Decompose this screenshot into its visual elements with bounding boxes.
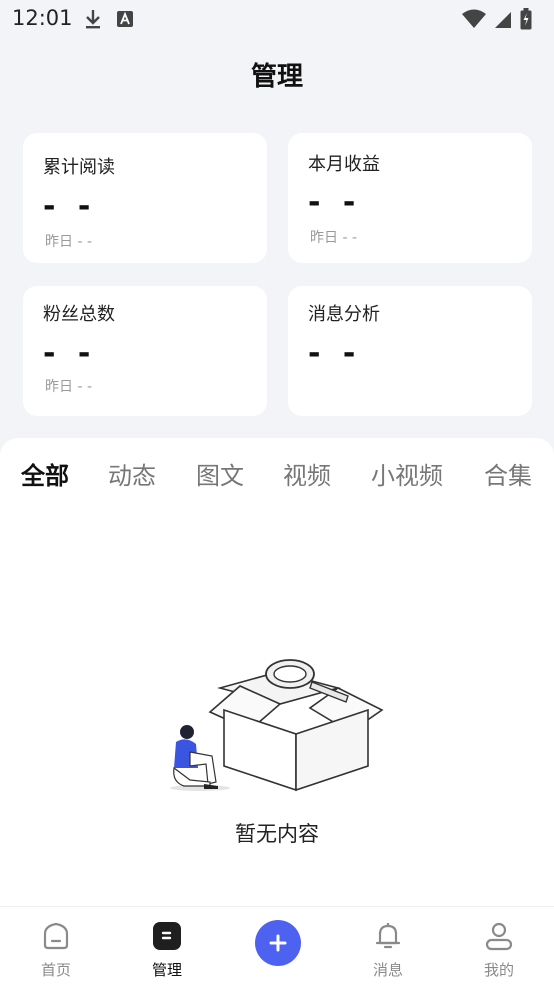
tab-collection[interactable]: 合集	[484, 456, 532, 491]
tab-article[interactable]: 图文	[196, 456, 244, 491]
nav-label: 管理	[151, 961, 182, 979]
manage-icon	[153, 922, 181, 950]
home-icon	[43, 922, 69, 950]
tab-dynamic[interactable]: 动态	[108, 456, 156, 491]
stat-card-title: 本月收益	[308, 154, 380, 175]
stat-card-title: 累计阅读	[43, 157, 115, 178]
content-tabs: 全部 动态 图文 视频 小视频 合集	[0, 456, 554, 492]
stat-card-total-fans[interactable]: 粉丝总数 - - 昨日 - -	[23, 286, 267, 416]
app-notification-icon	[117, 11, 133, 27]
download-icon	[86, 10, 100, 29]
status-right-icons	[462, 8, 532, 30]
add-icon	[269, 934, 287, 952]
bell-icon	[375, 923, 401, 949]
status-time: 12:01	[12, 6, 73, 30]
profile-icon	[485, 922, 513, 951]
stat-card-yesterday: 昨日 - -	[45, 379, 93, 395]
tab-short-video[interactable]: 小视频	[371, 456, 443, 491]
nav-label: 我的	[483, 961, 514, 979]
stat-card-value: - -	[308, 185, 362, 220]
stat-card-monthly-income[interactable]: 本月收益 - - 昨日 - -	[288, 133, 532, 263]
stat-card-value: - -	[43, 336, 97, 371]
nav-label: 消息	[372, 961, 403, 979]
stat-card-title: 粉丝总数	[43, 304, 115, 325]
stat-card-value: - -	[43, 189, 97, 224]
stat-card-yesterday: 昨日 - -	[310, 230, 358, 246]
battery-icon	[520, 8, 532, 30]
stat-card-yesterday: 昨日 - -	[45, 234, 93, 250]
empty-box-illustration	[170, 659, 384, 792]
wifi-icon	[462, 9, 486, 28]
page-title: 管理	[250, 62, 303, 92]
signal-icon	[495, 12, 511, 28]
tab-video[interactable]: 视频	[283, 456, 331, 491]
status-bar: 12:01	[0, 0, 554, 40]
tab-all[interactable]: 全部	[21, 456, 69, 491]
stat-card-total-reads[interactable]: 累计阅读 - - 昨日 - -	[23, 133, 267, 263]
stat-card-title: 消息分析	[308, 304, 380, 325]
nav-item-home[interactable]: 首页	[11, 907, 101, 987]
empty-state-text: 暂无内容	[235, 822, 319, 846]
add-button[interactable]	[255, 920, 301, 966]
nav-item-messages[interactable]: 消息	[343, 907, 433, 987]
nav-item-profile[interactable]: 我的	[454, 907, 544, 987]
status-left-icons	[84, 8, 134, 30]
nav-label: 首页	[40, 961, 71, 979]
stat-card-value: - -	[308, 336, 362, 371]
stat-card-message-analysis[interactable]: 消息分析 - -	[288, 286, 532, 416]
nav-item-manage[interactable]: 管理	[122, 907, 212, 987]
